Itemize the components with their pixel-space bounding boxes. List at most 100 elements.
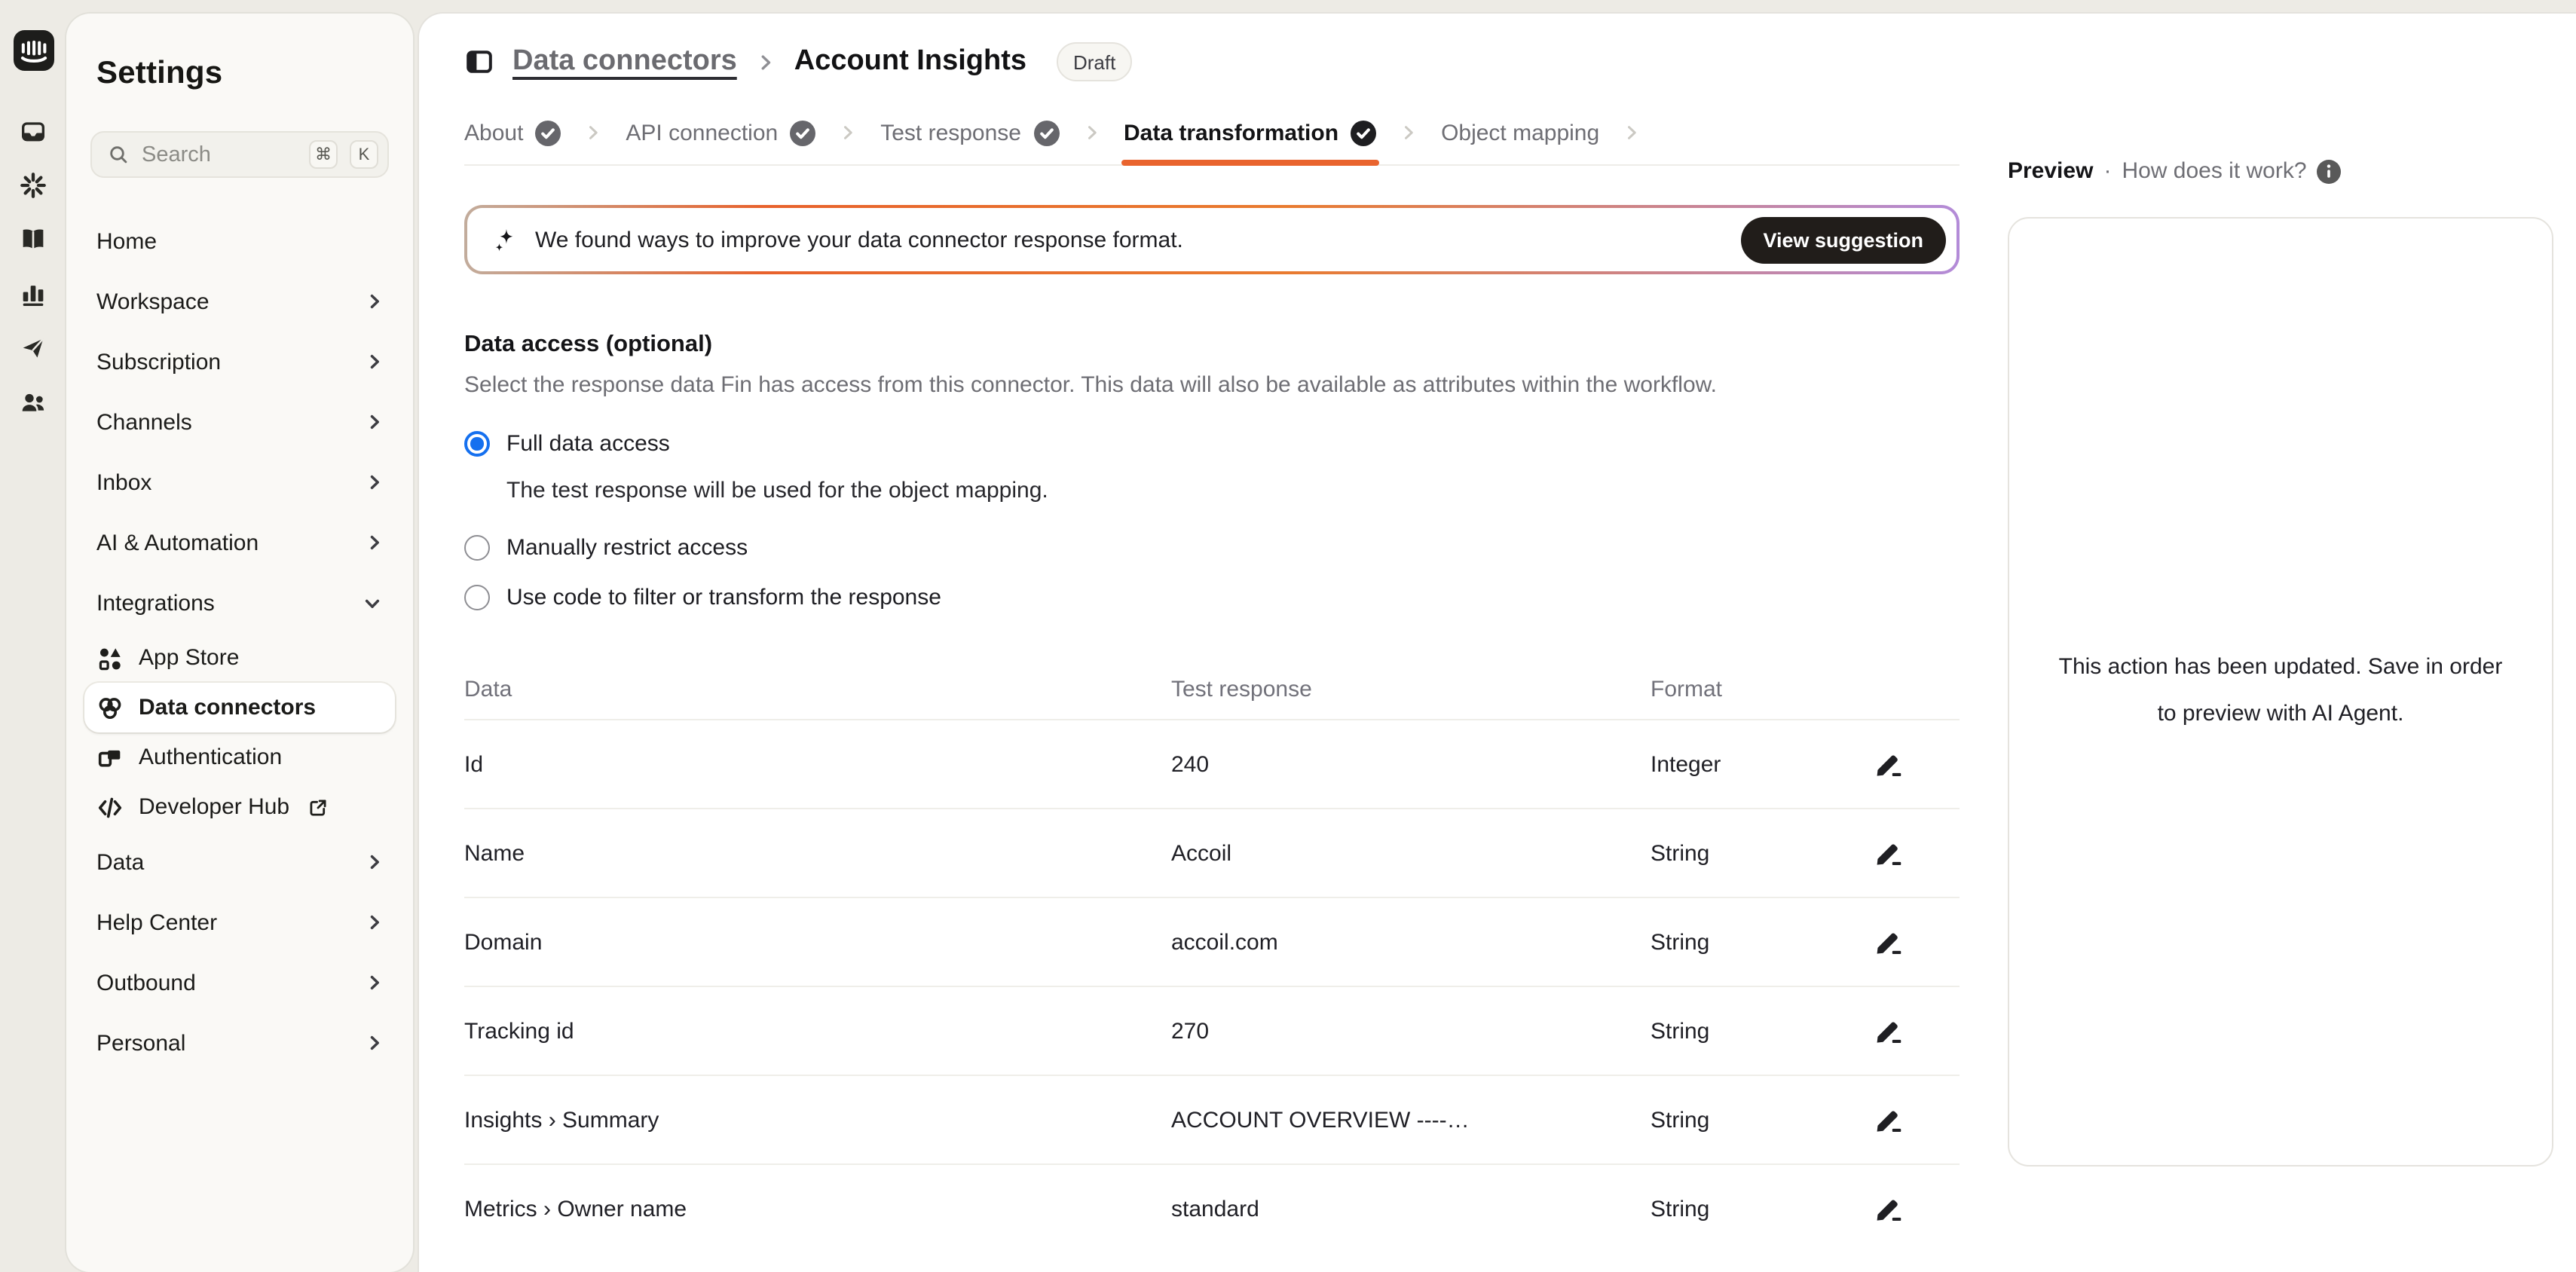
data-connectors-icon bbox=[96, 694, 124, 721]
chevron-right-icon bbox=[366, 852, 383, 873]
authentication-icon bbox=[96, 744, 124, 771]
chevron-right-icon bbox=[366, 291, 383, 312]
sidebar-item-workspace[interactable]: Workspace bbox=[87, 271, 392, 332]
info-icon[interactable] bbox=[2317, 159, 2342, 183]
inbox-icon[interactable] bbox=[18, 116, 48, 146]
chevron-down-icon bbox=[362, 595, 383, 611]
sidebar-item-personal[interactable]: Personal bbox=[87, 1013, 392, 1073]
tab-data-transformation[interactable]: Data transformation bbox=[1124, 101, 1376, 164]
chevron-right-icon bbox=[366, 912, 383, 933]
contacts-icon[interactable] bbox=[18, 387, 48, 417]
chevron-right-icon bbox=[366, 972, 383, 993]
check-circle-icon bbox=[535, 120, 561, 145]
sidebar-item-channels[interactable]: Channels bbox=[87, 392, 392, 452]
column-header-data: Data bbox=[464, 676, 1171, 702]
radio-manually-restrict[interactable]: Manually restrict access bbox=[464, 535, 1960, 561]
fin-ai-icon[interactable] bbox=[18, 170, 48, 200]
sidebar-nav: Home Workspace Subscription Channels Inb… bbox=[87, 211, 392, 1073]
suggestion-banner: We found ways to improve your data conne… bbox=[464, 205, 1960, 274]
chevron-right-icon bbox=[366, 1032, 383, 1053]
knowledge-icon[interactable] bbox=[18, 225, 48, 255]
column-header-format: Format bbox=[1651, 676, 1831, 702]
chevron-right-icon bbox=[1085, 101, 1098, 164]
sidebar-item-integrations[interactable]: Integrations bbox=[87, 573, 392, 633]
sidebar-title: Settings bbox=[96, 56, 383, 92]
preview-message: This action has been updated. Save in or… bbox=[2053, 646, 2508, 738]
status-badge: Draft bbox=[1057, 42, 1132, 81]
tab-about[interactable]: About bbox=[464, 101, 561, 164]
chevron-right-icon bbox=[366, 411, 383, 433]
chevron-right-icon bbox=[841, 101, 855, 164]
edit-format-button[interactable] bbox=[1872, 1014, 1905, 1047]
check-circle-icon bbox=[1033, 120, 1059, 145]
edit-format-button[interactable] bbox=[1872, 925, 1905, 959]
preview-card: This action has been updated. Save in or… bbox=[2008, 217, 2553, 1167]
sidebar-item-ai-automation[interactable]: AI & Automation bbox=[87, 512, 392, 573]
sidebar-item-inbox[interactable]: Inbox bbox=[87, 452, 392, 512]
full-access-helper-text: The test response will be used for the o… bbox=[506, 478, 1960, 503]
preview-panel: Preview · How does it work? This action … bbox=[2008, 89, 2553, 1167]
radio-full-data-access[interactable]: Full data access bbox=[464, 431, 1960, 457]
radio-unselected-icon[interactable] bbox=[464, 585, 490, 610]
page-title: Account Insights bbox=[794, 45, 1026, 78]
chevron-right-icon bbox=[366, 532, 383, 553]
sidebar-item-developer-hub[interactable]: Developer Hub bbox=[84, 782, 395, 832]
edit-format-button[interactable] bbox=[1872, 1192, 1905, 1225]
app-window: Settings Search ⌘ K Home Workspace Subsc… bbox=[0, 0, 2576, 1242]
edit-format-button[interactable] bbox=[1872, 836, 1905, 870]
radio-use-code[interactable]: Use code to filter or transform the resp… bbox=[464, 585, 1960, 610]
reports-icon[interactable] bbox=[18, 279, 48, 309]
breadcrumb-data-connectors-link[interactable]: Data connectors bbox=[512, 45, 737, 78]
table-row: Tracking id 270 String bbox=[464, 986, 1960, 1075]
chevron-right-icon bbox=[366, 472, 383, 493]
sidebar-item-subscription[interactable]: Subscription bbox=[87, 332, 392, 392]
external-link-icon bbox=[307, 797, 329, 818]
table-header: Data Test response Format bbox=[464, 659, 1960, 719]
sidebar-item-data-connectors[interactable]: Data connectors bbox=[84, 683, 395, 732]
tab-test-response[interactable]: Test response bbox=[880, 101, 1059, 164]
chevron-right-icon bbox=[586, 101, 600, 164]
main-content: Data connectors Account Insights Draft A… bbox=[419, 14, 2576, 1272]
chevron-right-icon bbox=[1625, 101, 1638, 164]
chevron-right-icon bbox=[1402, 101, 1415, 164]
chevron-right-icon bbox=[758, 50, 773, 73]
data-access-description: Select the response data Fin has access … bbox=[464, 372, 1960, 398]
column-header-test-response: Test response bbox=[1171, 676, 1651, 702]
shortcut-cmd-keycap: ⌘ bbox=[309, 140, 338, 169]
check-circle-icon bbox=[1351, 120, 1376, 145]
tab-object-mapping[interactable]: Object mapping bbox=[1441, 101, 1599, 164]
view-suggestion-button[interactable]: View suggestion bbox=[1740, 216, 1946, 263]
settings-sidebar: Settings Search ⌘ K Home Workspace Subsc… bbox=[66, 14, 413, 1272]
main-column: About API connection Test response bbox=[464, 89, 1960, 1252]
edit-format-button[interactable] bbox=[1872, 1103, 1905, 1136]
radio-selected-icon[interactable] bbox=[464, 431, 490, 457]
app-store-icon bbox=[96, 644, 124, 671]
breadcrumb: Data connectors Account Insights Draft bbox=[464, 35, 2576, 89]
radio-unselected-icon[interactable] bbox=[464, 535, 490, 561]
search-icon bbox=[107, 143, 130, 166]
preview-separator: · bbox=[2103, 158, 2111, 184]
shortcut-k-keycap: K bbox=[350, 140, 378, 169]
data-table: Data Test response Format Id 240 Integer bbox=[464, 659, 1960, 1252]
search-placeholder: Search bbox=[142, 142, 297, 167]
intercom-logo[interactable] bbox=[13, 30, 54, 71]
sidebar-item-home[interactable]: Home bbox=[87, 211, 392, 271]
tab-api-connection[interactable]: API connection bbox=[626, 101, 815, 164]
code-icon bbox=[96, 793, 124, 821]
sidebar-item-data[interactable]: Data bbox=[87, 832, 392, 892]
outbound-icon[interactable] bbox=[18, 333, 48, 363]
search-input[interactable]: Search ⌘ K bbox=[90, 131, 389, 178]
sidebar-item-outbound[interactable]: Outbound bbox=[87, 952, 392, 1013]
icon-rail bbox=[0, 0, 66, 1242]
table-row: Id 240 Integer bbox=[464, 719, 1960, 808]
sparkle-icon bbox=[491, 225, 520, 254]
check-circle-icon bbox=[790, 120, 815, 145]
how-does-it-work-link[interactable]: How does it work? bbox=[2122, 158, 2306, 184]
sidebar-item-app-store[interactable]: App Store bbox=[84, 633, 395, 683]
table-row: Insights › Summary ACCOUNT OVERVIEW ----… bbox=[464, 1075, 1960, 1163]
sidebar-item-authentication[interactable]: Authentication bbox=[84, 732, 395, 782]
sidebar-item-help-center[interactable]: Help Center bbox=[87, 892, 392, 952]
table-row: Metrics › Owner name standard String bbox=[464, 1163, 1960, 1252]
panel-left-icon[interactable] bbox=[464, 47, 494, 77]
edit-format-button[interactable] bbox=[1872, 748, 1905, 781]
